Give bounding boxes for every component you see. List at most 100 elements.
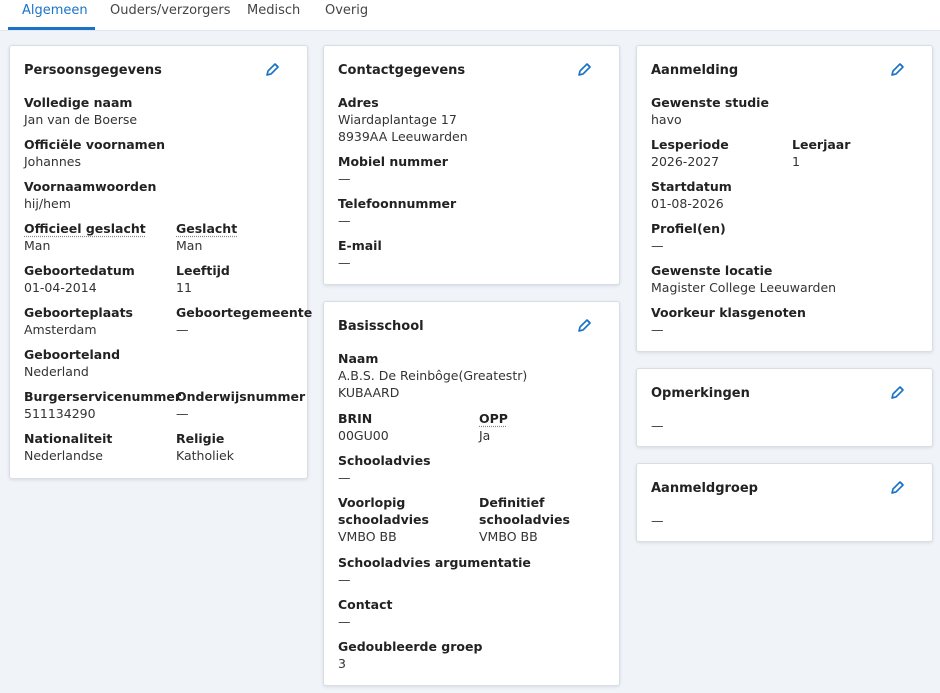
field-voorlopig-schooladvies: Voorlopig schooladvies VMBO BB <box>338 494 429 545</box>
edit-aanmeldgroep-button[interactable] <box>890 479 908 497</box>
value: 3 <box>338 656 346 671</box>
label: Leeftijd <box>176 263 230 278</box>
edit-basisschool-button[interactable] <box>577 317 595 335</box>
value: — <box>176 406 189 421</box>
card-title: Contactgegevens <box>338 63 466 78</box>
field-onderwijsnummer: Onderwijsnummer — <box>176 388 305 422</box>
field-naam: Naam A.B.S. De Reinbôge(Greatestr) KUBAA… <box>338 350 527 401</box>
value-line2: KUBAARD <box>338 385 400 400</box>
label: Contact <box>338 597 393 612</box>
edit-opmerkingen-button[interactable] <box>890 384 908 402</box>
pencil-icon <box>578 319 591 332</box>
value: Amsterdam <box>24 322 97 337</box>
aanmeldgroep-card: Aanmeldgroep — <box>636 463 933 542</box>
value: — <box>176 322 189 337</box>
tab-medisch[interactable]: Medisch <box>247 3 300 18</box>
aanmeldgroep-value: — <box>651 513 664 528</box>
field-officiele-voornamen: Officiële voornamen Johannes <box>24 136 165 170</box>
label: Naam <box>338 351 379 366</box>
value: Katholiek <box>176 448 234 463</box>
field-nationaliteit: Nationaliteit Nederlandse <box>24 430 112 464</box>
value: 11 <box>176 280 192 295</box>
field-geboortegemeente: Geboortegemeente — <box>176 304 312 338</box>
basisschool-card: Basisschool Naam A.B.S. De Reinbôge(Grea… <box>323 301 620 686</box>
value: Magister College Leeuwarden <box>651 280 837 295</box>
label: Geboortedatum <box>24 263 135 278</box>
field-startdatum: Startdatum 01-08-2026 <box>651 178 732 212</box>
field-religie: Religie Katholiek <box>176 430 234 464</box>
edit-contactgegevens-button[interactable] <box>577 61 595 79</box>
value: havo <box>651 112 682 127</box>
label: Onderwijsnummer <box>176 389 306 404</box>
card-title: Aanmelding <box>651 63 739 78</box>
pencil-icon <box>578 63 591 76</box>
label: Gewenste studie <box>651 95 769 110</box>
edit-aanmelding-button[interactable] <box>890 61 908 79</box>
tab-ouders-verzorgers[interactable]: Ouders/verzorgers <box>110 3 231 18</box>
value: — <box>338 213 351 228</box>
field-geboorteplaats: Geboorteplaats Amsterdam <box>24 304 133 338</box>
value: — <box>338 255 351 270</box>
value: VMBO BB <box>338 529 397 544</box>
label-line1: Definitief <box>479 495 545 510</box>
card-title: Aanmeldgroep <box>651 481 758 496</box>
field-volledige-naam: Volledige naam Jan van de Boerse <box>24 94 137 128</box>
field-brin: BRIN 00GU00 <box>338 410 389 444</box>
field-leeftijd: Leeftijd 11 <box>176 262 230 296</box>
value: 01-04-2014 <box>24 280 97 295</box>
field-profielen: Profiel(en) — <box>651 220 726 254</box>
value: — <box>338 171 351 186</box>
pencil-icon <box>266 63 279 76</box>
field-voorkeur-klasgenoten: Voorkeur klasgenoten — <box>651 304 806 338</box>
value: hij/hem <box>24 196 71 211</box>
value: Johannes <box>24 154 81 169</box>
label: Schooladvies <box>338 453 431 468</box>
opmerkingen-card: Opmerkingen — <box>636 368 933 447</box>
value: — <box>338 470 351 485</box>
field-burgerservicenummer: Burgerservicenummer 511134290 <box>24 388 181 422</box>
value: — <box>338 614 351 629</box>
label: Mobiel nummer <box>338 154 448 169</box>
label: Officiële voornamen <box>24 137 166 152</box>
value-line1: Wiardaplantage 17 <box>338 112 457 127</box>
value: Nederland <box>24 364 89 379</box>
tab-bar: Algemeen Ouders/verzorgers Medisch Overi… <box>0 0 940 31</box>
field-definitief-schooladvies: Definitief schooladvies VMBO BB <box>479 494 570 545</box>
label: Lesperiode <box>651 137 729 152</box>
label: Geboortegemeente <box>176 305 313 320</box>
value: 00GU00 <box>338 428 389 443</box>
label: Geslacht <box>176 221 238 236</box>
label-line2: schooladvies <box>479 512 570 527</box>
value: — <box>338 572 351 587</box>
value: — <box>651 322 664 337</box>
label: Officieel geslacht <box>24 221 146 236</box>
field-leerjaar: Leerjaar 1 <box>792 136 850 170</box>
label: Volledige naam <box>24 95 133 110</box>
value-line2: 8939AA Leeuwarden <box>338 129 468 144</box>
value-line1: A.B.S. De Reinbôge(Greatestr) <box>338 368 528 383</box>
card-title: Persoonsgegevens <box>24 63 162 78</box>
value: Man <box>176 238 203 253</box>
active-tab-indicator <box>8 27 95 30</box>
value: Ja <box>479 428 491 443</box>
tab-overig[interactable]: Overig <box>325 3 368 18</box>
field-schooladvies-argumentatie: Schooladvies argumentatie — <box>338 554 531 588</box>
label: Schooladvies argumentatie <box>338 555 531 570</box>
field-gewenste-locatie: Gewenste locatie Magister College Leeuwa… <box>651 262 836 296</box>
card-title: Basisschool <box>338 319 424 334</box>
edit-persoonsgegevens-button[interactable] <box>265 61 283 79</box>
aanmelding-card: Aanmelding Gewenste studie havo Lesperio… <box>636 45 933 352</box>
field-schooladvies: Schooladvies — <box>338 452 431 486</box>
label: Voorkeur klasgenoten <box>651 305 806 320</box>
label: Adres <box>338 95 379 110</box>
label-line1: Voorlopig <box>338 495 406 510</box>
tab-algemeen[interactable]: Algemeen <box>22 3 88 18</box>
label: Geboorteland <box>24 347 121 362</box>
pencil-icon <box>891 386 904 399</box>
label: Geboorteplaats <box>24 305 133 320</box>
label: E-mail <box>338 238 382 253</box>
field-adres: Adres Wiardaplantage 17 8939AA Leeuwarde… <box>338 94 468 145</box>
value: 511134290 <box>24 406 96 421</box>
label: Leerjaar <box>792 137 851 152</box>
label-line2: schooladvies <box>338 512 429 527</box>
